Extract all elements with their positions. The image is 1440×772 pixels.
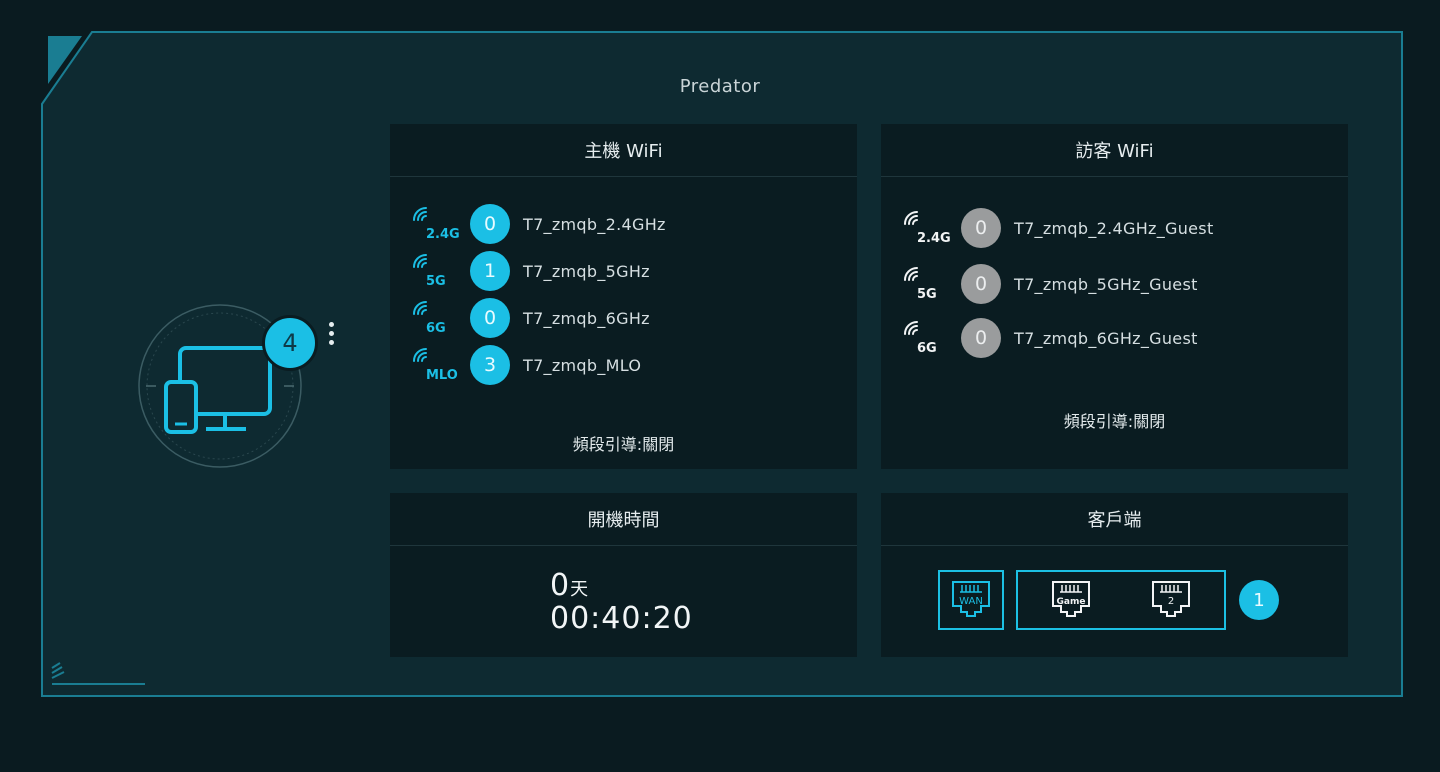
- main-wifi-card: 主機 WiFi 2.4G 0 T7_zmqb_2.4GHz 5G 1 T7_zm…: [390, 124, 857, 469]
- ssid-label: T7_zmqb_5GHz: [523, 261, 650, 281]
- band-steering-status: 頻段引導:關閉: [572, 435, 675, 454]
- ssid-label: T7_zmqb_MLO: [523, 355, 642, 375]
- wifi-band-icon: 5G: [413, 254, 446, 289]
- uptime-card: 開機時間 0天 00:40:20: [390, 493, 857, 657]
- wifi-band-icon: 2.4G: [904, 211, 951, 246]
- uptime-time: 00:40:20: [550, 601, 693, 636]
- wifi-network-row[interactable]: 5G 1 T7_zmqb_5GHz: [410, 251, 650, 291]
- clients-card: 客戶端 WAN Game 2 1: [881, 493, 1348, 657]
- wifi-band-icon: 6G: [904, 321, 937, 356]
- svg-text:6G: 6G: [917, 341, 937, 356]
- client-count-badge[interactable]: 0: [961, 208, 1001, 248]
- clients-title: 客戶端: [881, 493, 1348, 546]
- client-count-badge[interactable]: 0: [961, 264, 1001, 304]
- guest-wifi-card: 訪客 WiFi 2.4G 0 T7_zmqb_2.4GHz_Guest 5G 0…: [881, 124, 1348, 469]
- wifi-network-row[interactable]: 2.4G 0 T7_zmqb_2.4GHz_Guest: [901, 208, 1214, 248]
- uptime-title: 開機時間: [390, 493, 857, 546]
- svg-text:2.4G: 2.4G: [426, 227, 460, 242]
- svg-text:WAN: WAN: [959, 596, 983, 607]
- device-count-badge[interactable]: 4: [262, 315, 318, 371]
- main-wifi-title: 主機 WiFi: [390, 124, 857, 177]
- ssid-label: T7_zmqb_2.4GHz: [523, 214, 666, 234]
- wifi-network-row[interactable]: 2.4G 0 T7_zmqb_2.4GHz: [410, 204, 666, 244]
- ssid-label: T7_zmqb_6GHz_Guest: [1014, 328, 1198, 348]
- client-count-badge[interactable]: 1: [470, 251, 510, 291]
- svg-text:5G: 5G: [426, 274, 446, 289]
- client-count-badge[interactable]: 3: [470, 345, 510, 385]
- svg-text:6G: 6G: [426, 321, 446, 336]
- band-steering-status: 頻段引導:關閉: [1063, 412, 1166, 431]
- ethernet-port-icon[interactable]: 2: [1149, 579, 1193, 619]
- app-title: Predator: [679, 76, 761, 97]
- ethernet-port-icon[interactable]: WAN: [949, 579, 993, 619]
- svg-text:2.4G: 2.4G: [917, 231, 951, 246]
- svg-text:Game: Game: [1057, 597, 1086, 607]
- uptime-days: 0天: [550, 568, 590, 603]
- wifi-band-icon: 6G: [413, 301, 446, 336]
- client-count-badge[interactable]: 0: [961, 318, 1001, 358]
- wifi-network-row[interactable]: 6G 0 T7_zmqb_6GHz_Guest: [901, 318, 1198, 358]
- more-options-icon[interactable]: [326, 322, 336, 352]
- ssid-label: T7_zmqb_6GHz: [523, 308, 650, 328]
- wired-client-count-badge[interactable]: 1: [1239, 580, 1279, 620]
- lan-port-group[interactable]: [1016, 570, 1226, 630]
- wifi-band-icon: 2.4G: [413, 207, 460, 242]
- ethernet-port-icon[interactable]: Game: [1049, 579, 1093, 619]
- client-count-badge[interactable]: 0: [470, 298, 510, 338]
- wifi-network-row[interactable]: 5G 0 T7_zmqb_5GHz_Guest: [901, 264, 1198, 304]
- ssid-label: T7_zmqb_2.4GHz_Guest: [1014, 218, 1214, 238]
- wifi-band-icon: MLO: [413, 348, 458, 383]
- guest-wifi-title: 訪客 WiFi: [881, 124, 1348, 177]
- wifi-network-row[interactable]: 6G 0 T7_zmqb_6GHz: [410, 298, 650, 338]
- wifi-network-row[interactable]: MLO 3 T7_zmqb_MLO: [410, 345, 641, 385]
- svg-text:2: 2: [1168, 596, 1174, 607]
- wifi-band-icon: 5G: [904, 267, 937, 302]
- svg-text:MLO: MLO: [426, 368, 458, 383]
- ssid-label: T7_zmqb_5GHz_Guest: [1014, 274, 1198, 294]
- svg-text:5G: 5G: [917, 287, 937, 302]
- client-count-badge[interactable]: 0: [470, 204, 510, 244]
